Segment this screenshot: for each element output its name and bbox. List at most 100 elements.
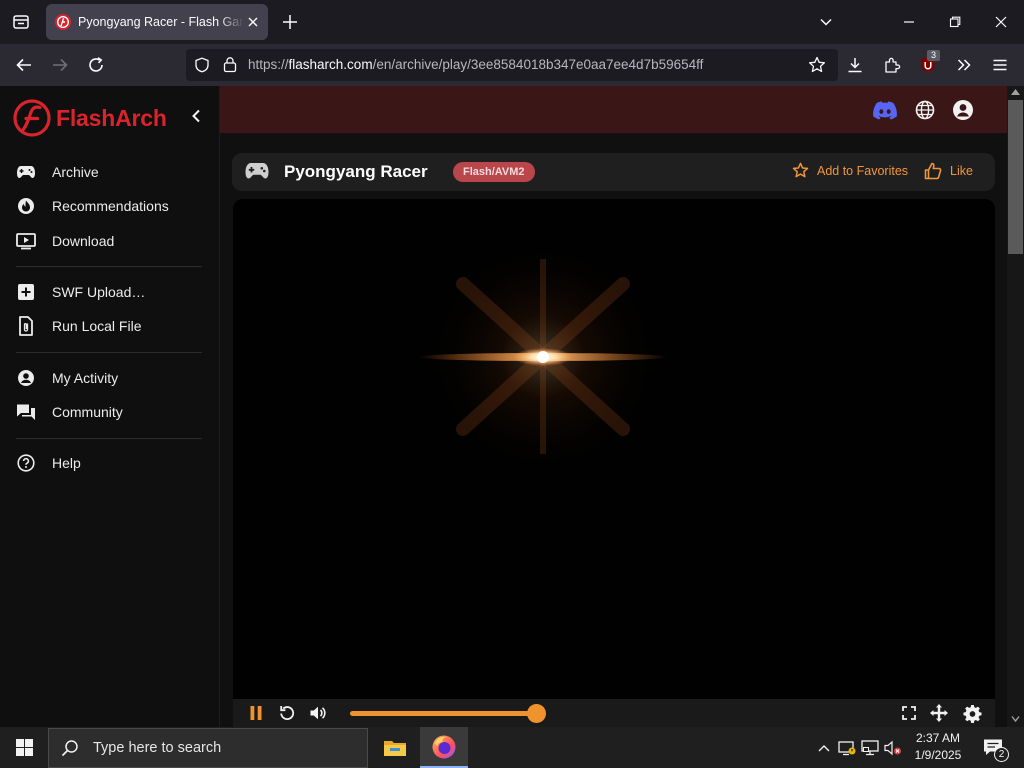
- file-attach-icon: [16, 316, 36, 336]
- list-all-tabs-button[interactable]: [814, 10, 838, 34]
- sidebar-item-label: Community: [52, 404, 123, 420]
- close-tab-button[interactable]: [244, 13, 262, 31]
- taskbar-search-box[interactable]: Type here to search: [48, 728, 368, 768]
- pause-button[interactable]: [246, 703, 266, 723]
- url-prefix: https://: [248, 57, 289, 72]
- language-button[interactable]: [913, 98, 937, 122]
- arrow-right-icon: [53, 58, 68, 72]
- address-bar[interactable]: https://flasharch.com/en/archive/play/3e…: [186, 49, 838, 81]
- firefox-taskbar-button[interactable]: [420, 727, 468, 768]
- sidebar-item-community[interactable]: Community: [16, 397, 206, 427]
- reload-game-button[interactable]: [277, 703, 297, 723]
- gear-icon: [962, 704, 982, 723]
- sidebar-item-recommendations[interactable]: Recommendations: [16, 191, 206, 221]
- clock-time: 2:37 AM: [915, 731, 961, 745]
- network-tray-icon[interactable]: [861, 739, 879, 757]
- move-arrows-icon: [930, 704, 948, 722]
- tab-list-icon: [13, 15, 29, 29]
- scroll-up-arrow-icon[interactable]: [1011, 89, 1020, 95]
- account-button[interactable]: [951, 98, 975, 122]
- flasharch-logo[interactable]: FlashArch: [12, 98, 167, 138]
- user-circle-icon: [953, 100, 973, 120]
- close-icon: [995, 16, 1007, 28]
- sidebar-item-label: Download: [52, 233, 115, 249]
- start-button[interactable]: [0, 727, 48, 768]
- sidebar: FlashArch Archive Recommendations Downlo…: [0, 86, 220, 727]
- reload-button[interactable]: [82, 51, 110, 79]
- forum-icon: [16, 402, 36, 422]
- windows-taskbar: Type here to search 2:37 AM 1/9/2025 2: [0, 727, 1024, 768]
- navigation-toolbar: https://flasharch.com/en/archive/play/3e…: [0, 44, 1024, 86]
- sidebar-item-download[interactable]: Download: [16, 226, 206, 256]
- active-tab[interactable]: Pyongyang Racer - Flash Games: [46, 4, 268, 40]
- sidebar-item-my-activity[interactable]: My Activity: [16, 363, 206, 393]
- chevron-up-icon: [818, 745, 830, 752]
- volume-slider-track[interactable]: [350, 711, 536, 716]
- sidebar-item-archive[interactable]: Archive: [16, 157, 206, 187]
- forward-button[interactable]: [46, 51, 74, 79]
- show-hidden-icons-button[interactable]: [815, 739, 833, 757]
- fullscreen-icon: [902, 706, 916, 720]
- sidebar-item-run-local-file[interactable]: Run Local File: [16, 311, 206, 341]
- sidebar-item-label: Help: [52, 455, 81, 471]
- restore-button[interactable]: [941, 8, 969, 36]
- puzzle-icon: [885, 57, 901, 73]
- hamburger-menu-icon: [993, 59, 1007, 71]
- flash-game-canvas[interactable]: [233, 199, 995, 699]
- discord-button[interactable]: [873, 98, 897, 122]
- tab-bar: Pyongyang Racer - Flash Games: [0, 0, 1024, 44]
- shield-icon[interactable]: [194, 57, 210, 73]
- more-tools-button[interactable]: [950, 51, 978, 79]
- player-settings-button[interactable]: [962, 703, 982, 723]
- sidebar-item-label: SWF Upload…: [52, 284, 146, 300]
- pause-icon: [250, 706, 262, 720]
- new-tab-button[interactable]: [278, 10, 302, 34]
- fullscreen-button[interactable]: [899, 703, 919, 723]
- notifications-button[interactable]: 2: [972, 727, 1016, 768]
- volume-slider-thumb[interactable]: [526, 704, 546, 723]
- bookmark-star-icon[interactable]: [808, 56, 826, 74]
- file-explorer-taskbar-button[interactable]: [371, 727, 419, 768]
- back-button[interactable]: [10, 51, 38, 79]
- app-menu-button[interactable]: [986, 51, 1014, 79]
- tab-list-button[interactable]: [8, 9, 34, 35]
- add-to-favorites-button[interactable]: Add to Favorites: [792, 162, 908, 179]
- ublock-extension-button[interactable]: 3: [914, 50, 942, 79]
- sidebar-item-swf-upload[interactable]: SWF Upload…: [16, 277, 206, 307]
- taskbar-clock[interactable]: 2:37 AM 1/9/2025: [904, 730, 972, 764]
- volume-tray-icon[interactable]: [884, 739, 902, 757]
- double-chevron-right-icon: [957, 59, 971, 71]
- move-player-button[interactable]: [929, 703, 949, 723]
- game-info-bar: Pyongyang Racer Flash/AVM2 Add to Favori…: [232, 153, 995, 191]
- site-header: [220, 86, 1007, 133]
- reload-icon: [89, 57, 103, 72]
- extension-badge: 3: [927, 50, 940, 61]
- url-text[interactable]: https://flasharch.com/en/archive/play/3e…: [248, 57, 703, 72]
- sidebar-item-help[interactable]: Help: [16, 448, 206, 478]
- thumbs-up-icon: [924, 162, 942, 180]
- volume-button[interactable]: [308, 703, 328, 723]
- downloads-button[interactable]: [841, 51, 869, 79]
- restart-icon: [280, 706, 295, 720]
- scrollbar-thumb[interactable]: [1008, 100, 1023, 254]
- lock-icon[interactable]: [222, 56, 238, 73]
- minimize-button[interactable]: [895, 8, 923, 36]
- brand-name: FlashArch: [56, 104, 167, 131]
- url-path: /en/archive/play/3ee8584018b347e0aa7ee4d…: [372, 57, 704, 72]
- monitor-warning-icon: [838, 741, 856, 756]
- scroll-down-arrow-icon[interactable]: [1011, 716, 1020, 722]
- game-title: Pyongyang Racer: [284, 162, 428, 181]
- page-scrollbar[interactable]: [1007, 86, 1024, 727]
- format-badge: Flash/AVM2: [453, 162, 535, 182]
- extensions-button[interactable]: [878, 51, 906, 79]
- like-button[interactable]: Like: [924, 162, 973, 180]
- web-page: FlashArch Archive Recommendations Downlo…: [0, 86, 1024, 727]
- game-lens-flare-graphic: [418, 237, 668, 477]
- player-controls: [233, 699, 995, 727]
- security-tray-icon[interactable]: [838, 739, 856, 757]
- firefox-icon: [432, 735, 456, 758]
- close-window-button[interactable]: [987, 8, 1015, 36]
- collapse-sidebar-button[interactable]: [186, 106, 206, 126]
- search-placeholder: Type here to search: [93, 740, 222, 756]
- sidebar-divider: [16, 438, 202, 439]
